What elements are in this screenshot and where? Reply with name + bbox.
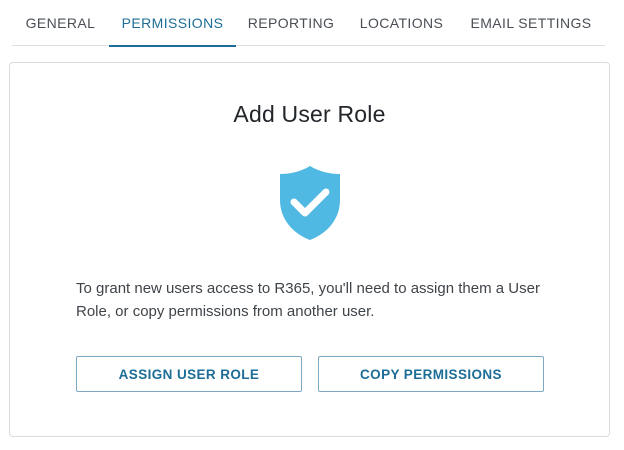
tab-reporting[interactable]: REPORTING	[236, 0, 346, 46]
card-title: Add User Role	[233, 101, 386, 127]
tab-general[interactable]: GENERAL	[12, 0, 109, 46]
tab-permissions[interactable]: PERMISSIONS	[109, 0, 236, 47]
tab-locations[interactable]: LOCATIONS	[346, 0, 457, 46]
permissions-message: To grant new users access to R365, you'l…	[76, 280, 540, 320]
copy-permissions-button[interactable]: COPY PERMISSIONS	[318, 356, 544, 392]
add-user-role-card: Add User Role To grant new users access …	[9, 62, 610, 437]
tab-email-settings[interactable]: EMAIL SETTINGS	[457, 0, 605, 46]
tab-bar: GENERAL PERMISSIONS REPORTING LOCATIONS …	[12, 0, 605, 47]
assign-user-role-button[interactable]: ASSIGN USER ROLE	[76, 356, 302, 392]
shield-check-icon	[280, 166, 340, 240]
